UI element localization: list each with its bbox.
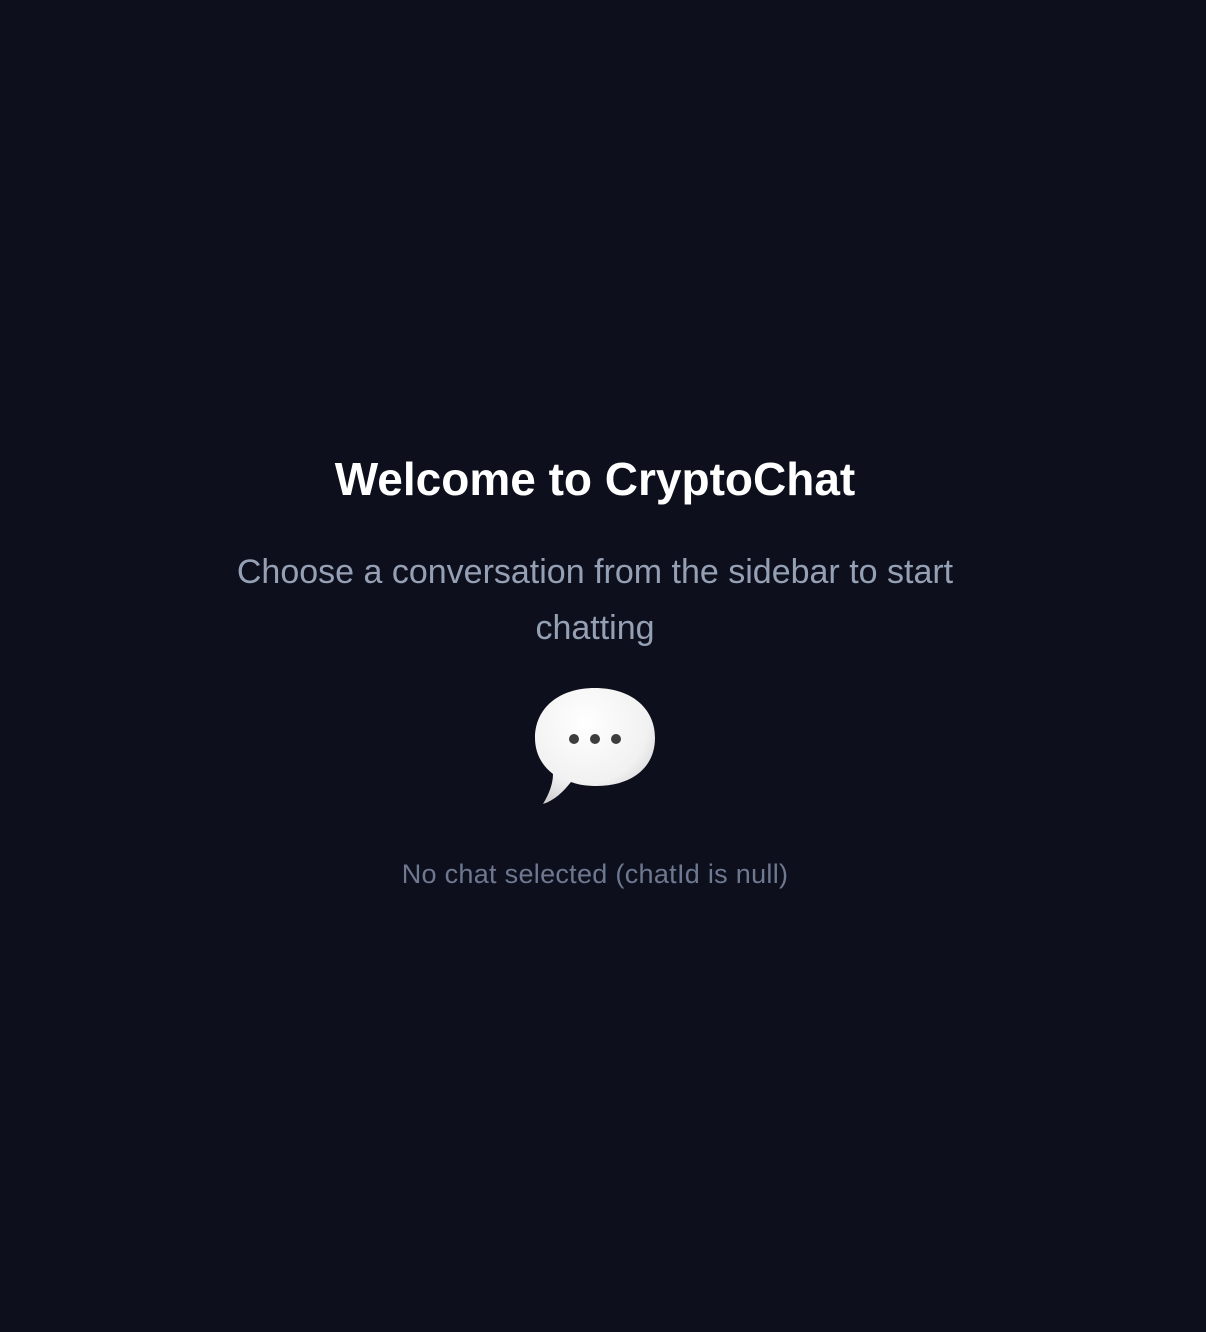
welcome-subtitle: Choose a conversation from the sidebar t…	[236, 553, 954, 647]
no-chat-selected-status: No chat selected (chatId is null)	[401, 859, 789, 889]
speech-bubble-icon	[535, 688, 655, 804]
empty-chat-state: Welcome to CryptoChat Choose a conversat…	[0, 0, 1206, 1332]
welcome-title: Welcome to CryptoChat	[334, 453, 856, 505]
